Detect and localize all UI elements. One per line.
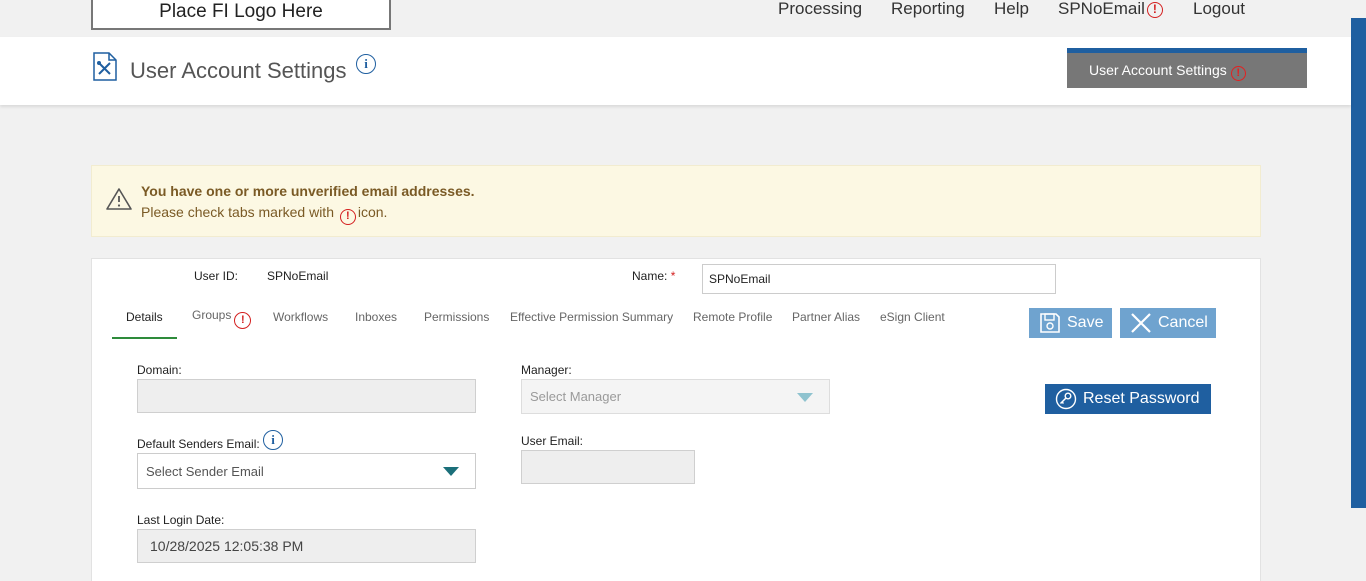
nav-user-label: SPNoEmail — [1058, 0, 1145, 18]
nav-reporting[interactable]: Reporting — [891, 0, 965, 20]
tab-partner-alias[interactable]: Partner Alias — [792, 310, 860, 324]
alert-text-before: Please check tabs marked with — [141, 204, 334, 220]
tab-permissions[interactable]: Permissions — [424, 310, 489, 324]
save-label: Save — [1067, 314, 1104, 331]
manager-label: Manager: — [521, 363, 572, 377]
required-mark: * — [670, 269, 676, 283]
name-label-text: Name: — [632, 269, 668, 283]
warning-icon: ! — [1230, 66, 1246, 81]
header-tab-user-account-settings[interactable]: User Account Settings! — [1067, 48, 1307, 88]
tab-groups-label: Groups — [192, 308, 232, 322]
settings-document-icon — [93, 52, 117, 81]
info-icon[interactable]: i — [356, 54, 376, 74]
manager-placeholder: Select Manager — [530, 389, 622, 404]
top-bar: Place FI Logo Here Processing Reporting … — [0, 0, 1351, 37]
nav-logout[interactable]: Logout — [1193, 0, 1245, 20]
warning-icon: ! — [339, 209, 356, 225]
nav-user-menu[interactable]: SPNoEmail! — [1058, 0, 1163, 20]
nav-help[interactable]: Help — [994, 0, 1029, 20]
warning-triangle-icon — [106, 188, 132, 210]
nav-processing[interactable]: Processing — [778, 0, 862, 20]
warning-icon: ! — [1146, 2, 1163, 18]
logo-text: Place FI Logo Here — [159, 1, 323, 22]
last-login-date-field: 10/28/2025 12:05:38 PM — [137, 529, 476, 563]
name-input[interactable] — [702, 264, 1056, 294]
key-icon — [1055, 388, 1077, 410]
default-senders-email-label: Default Senders Email: — [137, 437, 260, 451]
page-header: User Account Settings i User Account Set… — [0, 37, 1351, 105]
manager-select[interactable]: Select Manager — [521, 379, 830, 414]
last-login-date-label: Last Login Date: — [137, 513, 225, 527]
user-email-field[interactable] — [521, 450, 695, 484]
tab-groups[interactable]: Groups! — [192, 308, 252, 329]
alert-text-after: icon. — [357, 204, 388, 220]
tab-effective-permission-summary[interactable]: Effective Permission Summary — [510, 310, 673, 324]
sender-email-select[interactable]: Select Sender Email — [137, 453, 476, 489]
domain-label: Domain: — [137, 363, 182, 377]
scrollbar[interactable] — [1351, 18, 1366, 508]
tab-esign-client[interactable]: eSign Client — [880, 310, 945, 324]
name-label: Name: * — [632, 269, 675, 283]
close-icon — [1131, 313, 1151, 333]
chevron-down-icon — [443, 467, 459, 476]
domain-field[interactable] — [137, 379, 476, 413]
reset-password-button[interactable]: Reset Password — [1045, 384, 1211, 414]
tab-remote-profile[interactable]: Remote Profile — [693, 310, 772, 324]
unverified-email-alert: You have one or more unverified email ad… — [91, 165, 1261, 237]
active-tab-indicator — [112, 337, 177, 339]
tab-details[interactable]: Details — [126, 310, 163, 324]
chevron-down-icon — [797, 392, 813, 402]
tab-workflows[interactable]: Workflows — [273, 310, 328, 324]
tab-inboxes[interactable]: Inboxes — [355, 310, 397, 324]
user-id-label: User ID: — [194, 269, 239, 283]
logo-placeholder: Place FI Logo Here — [91, 0, 391, 30]
header-tab-label: User Account Settings — [1089, 62, 1227, 78]
user-form-panel: User ID: SPNoEmail Name: * Details Group… — [91, 258, 1261, 581]
cancel-label: Cancel — [1158, 314, 1208, 331]
user-id-value: SPNoEmail — [267, 269, 329, 283]
cancel-button[interactable]: Cancel — [1120, 308, 1216, 338]
save-button[interactable]: Save — [1029, 308, 1112, 338]
sender-email-placeholder: Select Sender Email — [146, 463, 264, 479]
save-icon — [1040, 313, 1060, 333]
page-title: User Account Settings — [130, 58, 347, 83]
warning-icon: ! — [234, 312, 252, 329]
info-icon[interactable]: i — [263, 430, 283, 450]
user-email-label: User Email: — [521, 434, 584, 448]
alert-title: You have one or more unverified email ad… — [141, 183, 475, 199]
alert-message: Please check tabs marked with ! icon. — [141, 204, 387, 225]
reset-password-label: Reset Password — [1083, 390, 1200, 407]
